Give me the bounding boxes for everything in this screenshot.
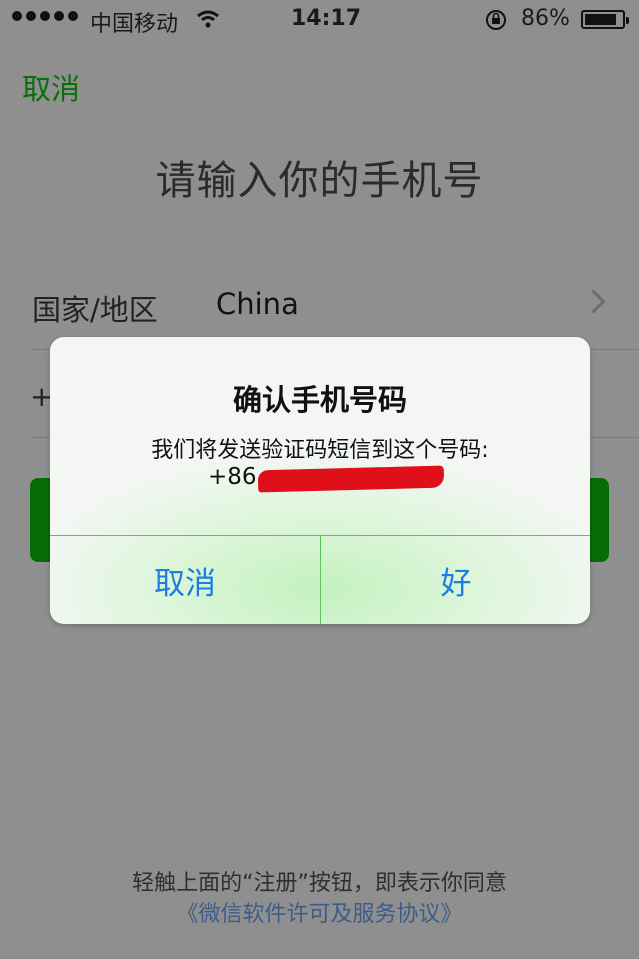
country-value: China: [216, 287, 299, 321]
alert-phone-prefix: +86: [208, 464, 257, 490]
alert-cancel-button[interactable]: 取消: [50, 536, 320, 624]
battery-icon: [581, 10, 629, 29]
orientation-lock-icon: [486, 10, 506, 30]
agreement-link[interactable]: 《微信软件许可及服务协议》: [0, 896, 639, 928]
page-title: 请输入你的手机号: [155, 158, 484, 204]
chevron-right-icon: [581, 289, 606, 314]
alert-message: 我们将发送验证码短信到这个号码:: [151, 438, 489, 463]
status-bar: 中国移动 14:17 86%: [0, 0, 639, 40]
alert-title: 确认手机号码: [232, 383, 407, 417]
battery-percent: 86%: [521, 6, 570, 31]
wifi-icon: [197, 10, 219, 28]
agreement-text: 轻触上面的“注册”按钮，即表示你同意: [132, 871, 507, 896]
redaction-mark: [257, 465, 445, 493]
clock: 14:17: [291, 6, 362, 31]
signal-strength-icon: [12, 11, 78, 21]
alert-ok-button[interactable]: 好: [321, 536, 590, 624]
country-label: 国家/地区: [32, 293, 158, 327]
carrier-name: 中国移动: [90, 12, 179, 37]
cancel-button[interactable]: 取消: [22, 66, 80, 108]
confirm-alert: 确认手机号码 我们将发送验证码短信到这个号码: +86 取消 好: [50, 337, 590, 624]
